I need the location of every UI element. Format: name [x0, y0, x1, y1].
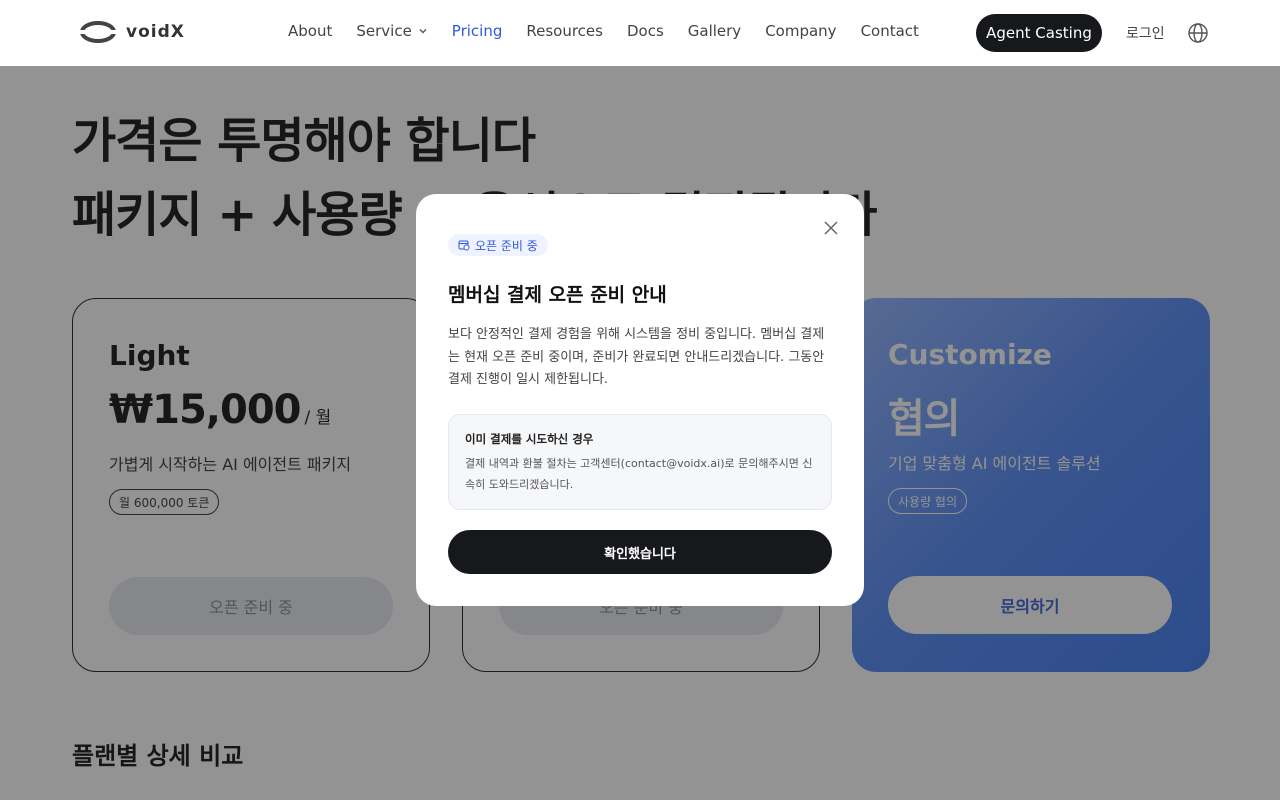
agent-casting-button[interactable]: Agent Casting: [976, 14, 1102, 52]
nav-gallery[interactable]: Gallery: [688, 22, 741, 40]
nav-pricing[interactable]: Pricing: [452, 22, 503, 40]
nav-company[interactable]: Company: [765, 22, 836, 40]
close-icon[interactable]: [821, 218, 841, 238]
confirm-button[interactable]: 확인했습니다: [448, 530, 832, 574]
calendar-clock-icon: [458, 240, 470, 251]
nav-service-label: Service: [356, 22, 412, 40]
status-badge: 오픈 준비 중: [448, 234, 548, 256]
nav-service[interactable]: Service: [356, 22, 427, 40]
login-link[interactable]: 로그인: [1126, 23, 1165, 43]
nav-contact[interactable]: Contact: [861, 22, 919, 40]
payment-notice-modal: 오픈 준비 중 멤버십 결제 오픈 준비 안내 보다 안정적인 결제 경험을 위…: [416, 194, 864, 606]
logo-mark-icon: [80, 21, 116, 43]
main-nav: About Service Pricing Resources Docs Gal…: [288, 22, 919, 40]
info-box-title: 이미 결제를 시도하신 경우: [465, 432, 594, 446]
nav-docs[interactable]: Docs: [627, 22, 664, 40]
logo[interactable]: voidX: [80, 20, 185, 44]
chevron-down-icon: [419, 29, 427, 34]
status-badge-label: 오픈 준비 중: [475, 238, 538, 253]
info-box-body: 결제 내역과 환불 절차는 고객센터(contact@voidx.ai)로 문의…: [465, 457, 813, 491]
modal-title: 멤버십 결제 오픈 준비 안내: [448, 284, 667, 306]
nav-about[interactable]: About: [288, 22, 332, 40]
nav-resources[interactable]: Resources: [526, 22, 603, 40]
globe-icon[interactable]: [1187, 22, 1209, 44]
modal-body-text: 보다 안정적인 결제 경험을 위해 시스템을 정비 중입니다. 멤버십 결제는 …: [448, 327, 825, 387]
top-navbar: voidX About Service Pricing Resources Do…: [0, 0, 1280, 66]
logo-text: voidX: [126, 22, 185, 42]
info-box: 이미 결제를 시도하신 경우 결제 내역과 환불 절차는 고객센터(contac…: [448, 414, 832, 510]
